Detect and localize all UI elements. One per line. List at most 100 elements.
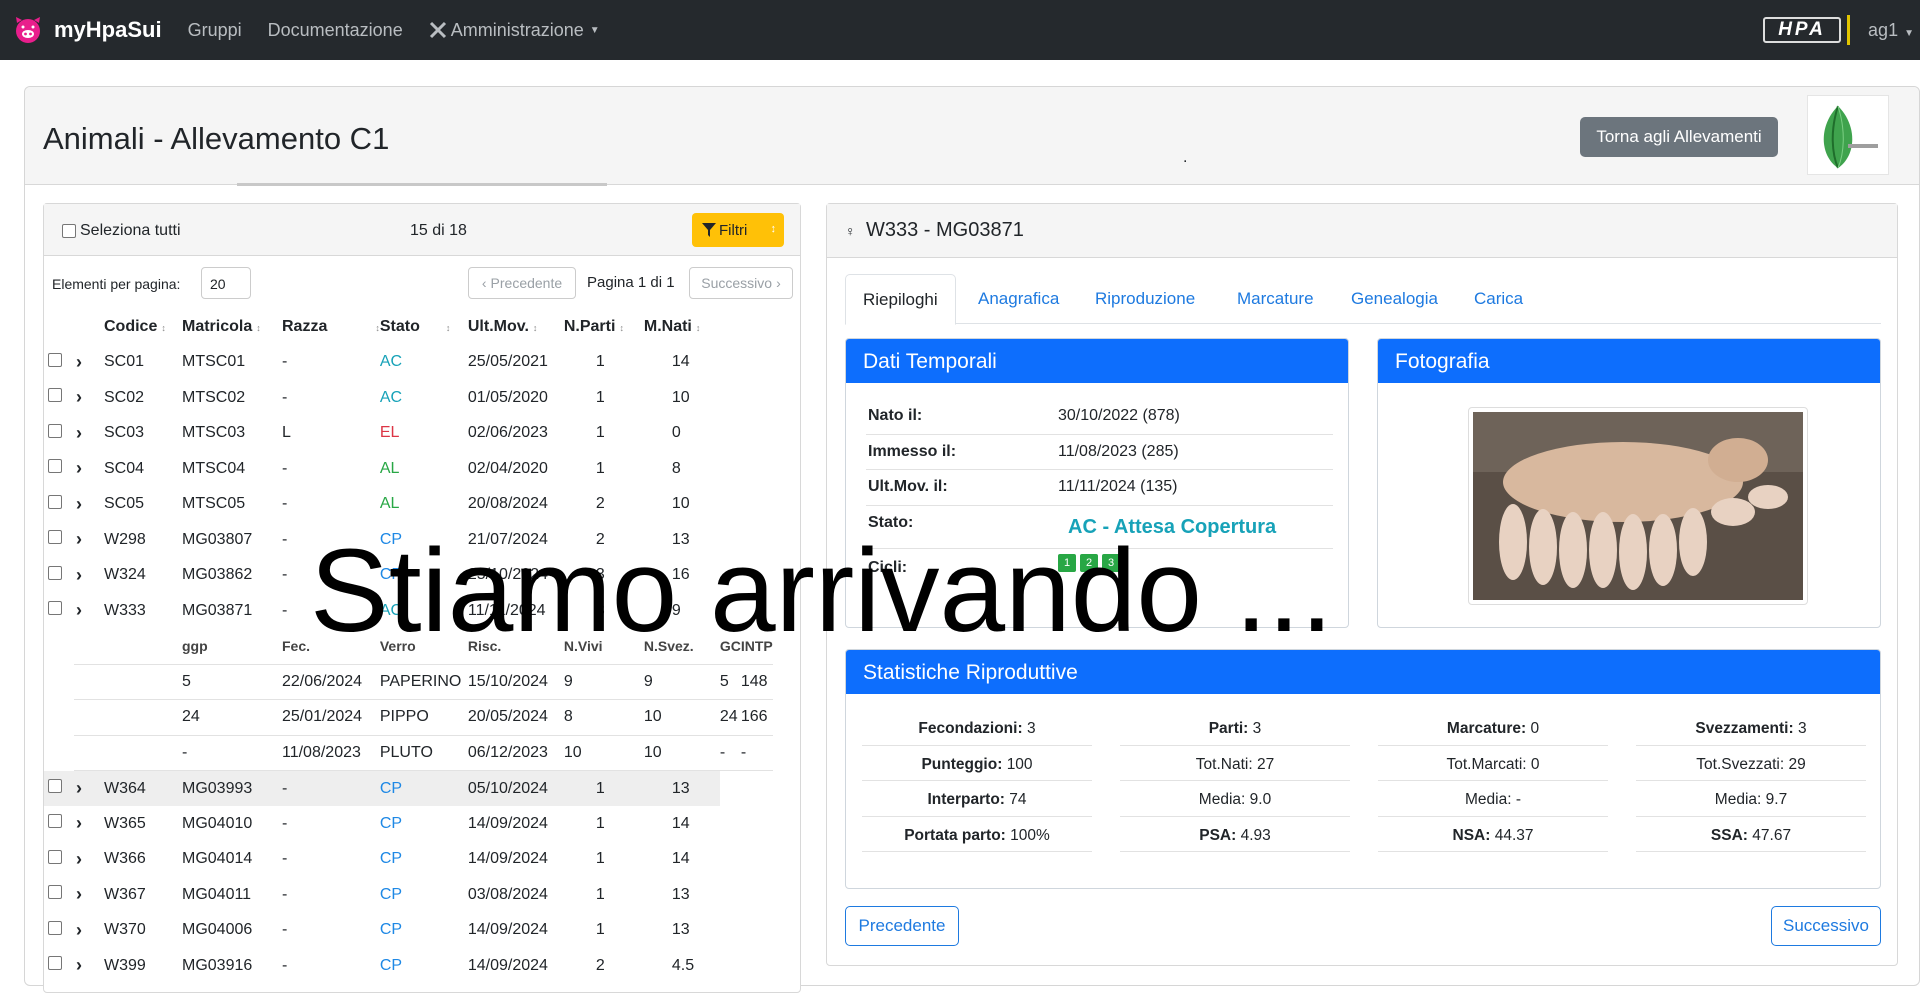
col-ultmov[interactable]: Ult.Mov. ↕ — [468, 309, 564, 345]
col-stato[interactable]: Stato ↕ — [380, 309, 468, 345]
row-select-cell[interactable] — [44, 806, 74, 842]
per-page-input[interactable]: 20 — [201, 267, 251, 299]
row-checkbox[interactable] — [48, 352, 62, 367]
table-row[interactable]: › SC02 MTSC02 - AC 01/05/2020 1 10 — [44, 380, 773, 416]
row-select-cell[interactable] — [44, 842, 74, 878]
table-row[interactable]: › SC01 MTSC01 - AC 25/05/2021 1 14 — [44, 345, 773, 381]
row-expand-cell[interactable]: › — [74, 558, 104, 594]
row-select-cell[interactable] — [44, 913, 74, 949]
table-row[interactable]: › SC04 MTSC04 - AL 02/04/2020 1 8 — [44, 451, 773, 487]
table-row[interactable]: › W366 MG04014 - CP 14/09/2024 1 14 — [44, 842, 773, 878]
row-checkbox[interactable] — [48, 565, 62, 580]
chevron-right-icon[interactable]: › — [76, 458, 82, 478]
row-select-cell[interactable] — [44, 451, 74, 487]
table-row[interactable]: › W370 MG04006 - CP 14/09/2024 1 13 — [44, 913, 773, 949]
row-checkbox[interactable] — [48, 601, 62, 616]
row-expand-cell[interactable]: › — [74, 948, 104, 984]
row-select-cell[interactable] — [44, 487, 74, 523]
row-expand-cell[interactable]: › — [74, 806, 104, 842]
col-matricola[interactable]: Matricola ↕ — [182, 309, 282, 345]
row-select-cell[interactable] — [44, 593, 74, 629]
row-checkbox[interactable] — [48, 388, 62, 403]
chevron-right-icon[interactable]: › — [76, 920, 82, 940]
row-expand-cell[interactable]: › — [74, 593, 104, 629]
cell-mnati: 10 — [671, 495, 690, 513]
col-nparti[interactable]: N.Parti ↕ — [564, 309, 644, 345]
chevron-right-icon[interactable]: › — [76, 813, 82, 833]
prev-animal-button[interactable]: Precedente — [845, 906, 959, 946]
tab-anagrafica[interactable]: Anagrafica — [961, 274, 1076, 324]
col-matricola-label: Matricola — [182, 317, 253, 335]
table-row[interactable]: › W367 MG04011 - CP 03/08/2024 1 13 — [44, 877, 773, 913]
tab-riproduzione[interactable]: Riproduzione — [1078, 274, 1212, 324]
filters-button[interactable]: Filtri ↕ — [692, 213, 784, 247]
animal-photo[interactable] — [1468, 407, 1808, 605]
chevron-right-icon[interactable]: › — [76, 600, 82, 620]
chevron-right-icon[interactable]: › — [76, 423, 82, 443]
chevron-right-icon[interactable]: › — [76, 565, 82, 585]
back-to-farms-button[interactable]: Torna agli Allevamenti — [1580, 117, 1778, 157]
row-checkbox[interactable] — [48, 885, 62, 900]
nav-gruppi[interactable]: Gruppi — [188, 20, 242, 41]
row-checkbox[interactable] — [48, 530, 62, 545]
next-animal-button[interactable]: Successivo — [1771, 906, 1881, 946]
user-menu[interactable]: ag1 ▼ — [1868, 20, 1914, 41]
row-checkbox[interactable] — [48, 849, 62, 864]
select-all-checkbox[interactable] — [62, 224, 76, 238]
dropdown-toggle-icon[interactable]: ↕ — [771, 223, 777, 235]
chevron-right-icon[interactable]: › — [76, 778, 82, 798]
row-checkbox[interactable] — [48, 494, 62, 509]
row-select-cell[interactable] — [44, 770, 74, 806]
chevron-right-icon[interactable]: › — [76, 494, 82, 514]
row-checkbox[interactable] — [48, 778, 62, 793]
col-codice[interactable]: Codice ↕ — [104, 309, 182, 345]
nav-documentazione[interactable]: Documentazione — [268, 20, 403, 41]
row-checkbox[interactable] — [48, 920, 62, 935]
chevron-right-icon[interactable]: › — [76, 884, 82, 904]
row-expand-cell[interactable]: › — [74, 913, 104, 949]
row-expand-cell[interactable]: › — [74, 345, 104, 381]
table-row[interactable]: › W364 MG03993- CP 05/10/2024 1 13 — [44, 770, 773, 806]
brand[interactable]: myHpaSui — [12, 15, 162, 45]
row-expand-cell[interactable]: › — [74, 842, 104, 878]
select-all[interactable]: Seleziona tutti — [62, 222, 181, 240]
row-select-cell[interactable] — [44, 416, 74, 452]
chevron-right-icon[interactable]: › — [76, 955, 82, 975]
row-select-cell[interactable] — [44, 877, 74, 913]
row-select-cell[interactable] — [44, 345, 74, 381]
tab-marcature[interactable]: Marcature — [1220, 274, 1331, 324]
stat-value: 0 — [1530, 720, 1540, 737]
row-checkbox[interactable] — [48, 459, 62, 474]
pig-logo-icon — [16, 17, 40, 43]
tab-genealogia[interactable]: Genealogia — [1334, 274, 1455, 324]
row-select-cell[interactable] — [44, 380, 74, 416]
row-select-cell[interactable] — [44, 522, 74, 558]
chevron-right-icon[interactable]: › — [76, 352, 82, 372]
row-expand-cell[interactable]: › — [74, 487, 104, 523]
row-checkbox[interactable] — [48, 423, 62, 438]
col-razza[interactable]: Razza ↕ — [282, 309, 380, 345]
prev-page-button[interactable]: ‹ Precedente — [468, 267, 576, 299]
chevron-right-icon[interactable]: › — [76, 529, 82, 549]
row-expand-cell[interactable]: › — [74, 770, 104, 806]
row-checkbox[interactable] — [48, 956, 62, 971]
col-mnati[interactable]: M.Nati ↕ — [644, 309, 720, 345]
row-expand-cell[interactable]: › — [74, 380, 104, 416]
table-row[interactable]: › SC03 MTSC03 L EL 02/06/2023 1 0 — [44, 416, 773, 452]
row-select-cell[interactable] — [44, 948, 74, 984]
tab-riepiloghi[interactable]: Riepiloghi — [845, 274, 956, 325]
row-expand-cell[interactable]: › — [74, 416, 104, 452]
tab-carica[interactable]: Carica — [1457, 274, 1540, 324]
row-expand-cell[interactable]: › — [74, 451, 104, 487]
row-expand-cell[interactable]: › — [74, 522, 104, 558]
table-row[interactable]: › W365 MG04010 - CP 14/09/2024 1 14 — [44, 806, 773, 842]
row-select-cell[interactable] — [44, 558, 74, 594]
nav-amministrazione[interactable]: Amministrazione ▼ — [429, 20, 600, 41]
chevron-right-icon[interactable]: › — [76, 849, 82, 869]
table-row[interactable]: › W399 MG03916 - CP 14/09/2024 2 4.5 — [44, 948, 773, 984]
row-expand-cell[interactable]: › — [74, 877, 104, 913]
next-page-button[interactable]: Successivo › — [689, 267, 793, 299]
chevron-right-icon[interactable]: › — [76, 387, 82, 407]
table-row[interactable]: › SC05 MTSC05 - AL 20/08/2024 2 10 — [44, 487, 773, 523]
row-checkbox[interactable] — [48, 814, 62, 829]
